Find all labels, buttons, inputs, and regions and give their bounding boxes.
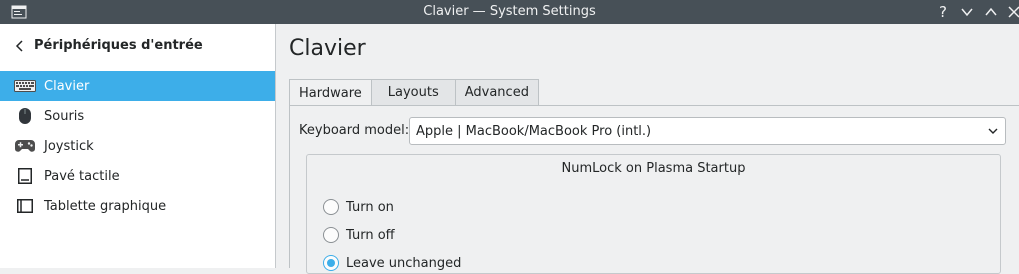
- radio-turn-off[interactable]: Turn off: [323, 227, 395, 243]
- maximize-button[interactable]: [981, 2, 1001, 22]
- close-icon: [1008, 6, 1019, 18]
- help-button[interactable]: ?: [933, 2, 953, 22]
- maximize-icon: [985, 7, 997, 16]
- radio-label: Turn on: [346, 199, 394, 215]
- radio-leave-unchanged[interactable]: Leave unchanged: [323, 255, 461, 271]
- keyboard-model-label: Keyboard model:: [299, 123, 410, 138]
- chevron-left-icon: [15, 39, 23, 52]
- tab-label: Layouts: [387, 85, 439, 100]
- help-icon: ?: [939, 3, 947, 21]
- numlock-group: NumLock on Plasma Startup Turn on Turn o…: [306, 154, 1001, 274]
- window-title: Clavier — System Settings: [423, 4, 596, 19]
- sidebar-item-label: Joystick: [44, 138, 94, 154]
- tab-label: Advanced: [464, 85, 529, 100]
- keyboard-model-select[interactable]: Apple | MacBook/MacBook Pro (intl.): [409, 117, 1006, 145]
- tab-label: Hardware: [299, 85, 362, 101]
- sidebar-item-joystick[interactable]: Joystick: [0, 131, 275, 161]
- chevron-down-icon: [988, 128, 998, 134]
- sidebar-list: Clavier Souris Joystick Pavé tactile Tab…: [0, 71, 275, 221]
- back-label: Périphériques d'entrée: [34, 38, 203, 53]
- tablet-icon: [14, 197, 36, 215]
- tab-layouts[interactable]: Layouts: [370, 79, 456, 105]
- mouse-icon: [14, 107, 36, 125]
- sidebar-item-label: Souris: [44, 108, 85, 124]
- sidebar-item-label: Tablette graphique: [44, 198, 167, 214]
- sidebar-item-tablette-graphique[interactable]: Tablette graphique: [0, 191, 275, 221]
- close-button[interactable]: [1004, 2, 1019, 22]
- sidebar-item-label: Pavé tactile: [44, 168, 120, 184]
- group-title: NumLock on Plasma Startup: [561, 161, 746, 176]
- keyboard-model-value: Apple | MacBook/MacBook Pro (intl.): [416, 123, 652, 139]
- minimize-icon: [961, 8, 973, 17]
- back-button[interactable]: Périphériques d'entrée: [14, 38, 203, 53]
- sidebar: Périphériques d'entrée Clavier Souris Jo…: [0, 24, 276, 268]
- tab-hardware[interactable]: Hardware: [289, 79, 372, 106]
- page-title: Clavier: [289, 36, 366, 61]
- sidebar-item-clavier[interactable]: Clavier: [0, 71, 275, 101]
- gamepad-icon: [14, 137, 36, 155]
- sidebar-item-souris[interactable]: Souris: [0, 101, 275, 131]
- radio-indicator: [323, 255, 339, 271]
- radio-turn-on[interactable]: Turn on: [323, 199, 394, 215]
- radio-indicator: [323, 227, 339, 243]
- minimize-button[interactable]: [957, 2, 977, 22]
- sidebar-item-pave-tactile[interactable]: Pavé tactile: [0, 161, 275, 191]
- touchpad-icon: [14, 167, 36, 185]
- radio-label: Leave unchanged: [346, 255, 462, 271]
- keyboard-icon: [14, 77, 36, 95]
- tab-advanced[interactable]: Advanced: [454, 79, 539, 105]
- radio-label: Turn off: [346, 227, 395, 243]
- tab-bar: Hardware Layouts Advanced: [289, 79, 539, 106]
- title-bar: Clavier — System Settings ?: [0, 0, 1019, 24]
- radio-indicator: [323, 199, 339, 215]
- sidebar-item-label: Clavier: [44, 78, 90, 94]
